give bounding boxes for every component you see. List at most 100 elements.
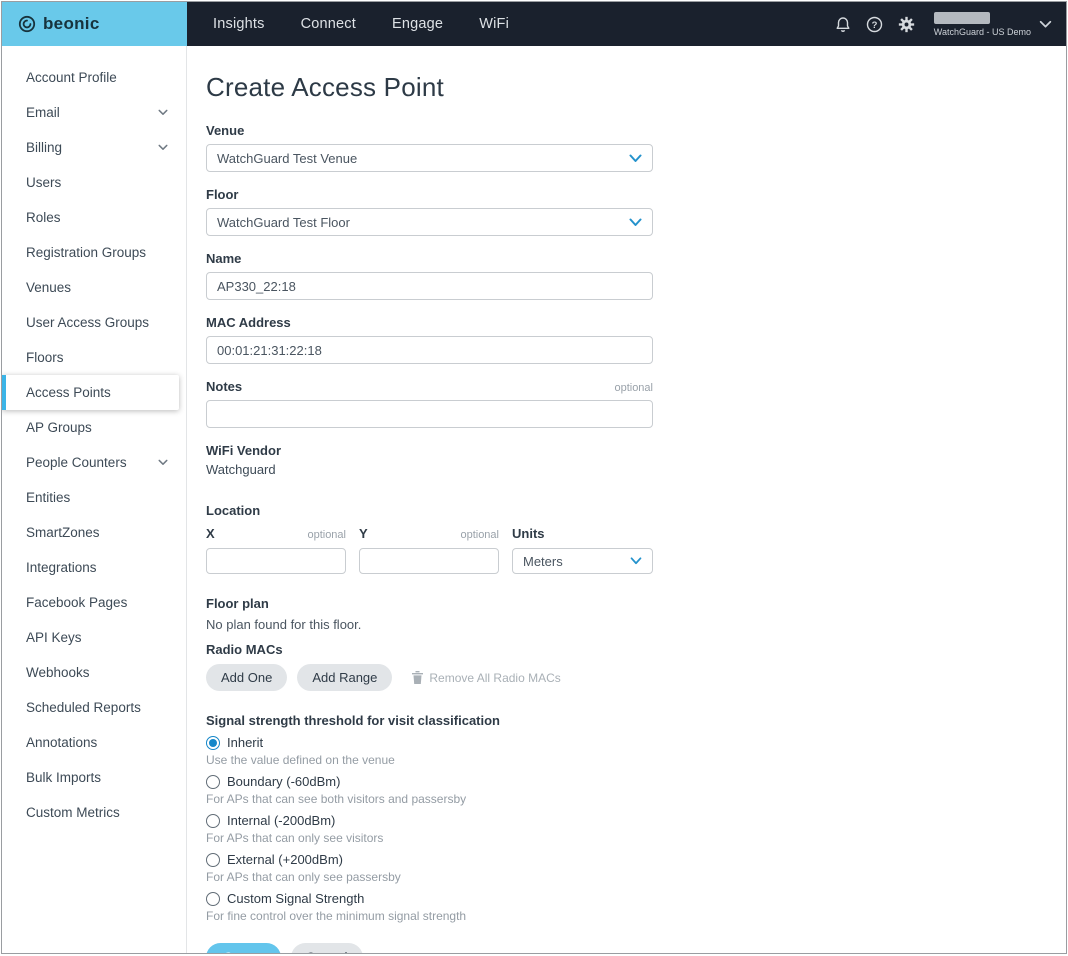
radio-option-label: Inherit [227, 735, 263, 750]
y-optional-label: optional [460, 529, 499, 541]
sidebar-item-smartzones[interactable]: SmartZones [2, 515, 186, 550]
radio-button[interactable] [206, 775, 220, 789]
top-nav: Insights Connect Engage WiFi [213, 2, 509, 46]
units-select[interactable]: Meters [512, 548, 653, 574]
chevron-down-icon [158, 144, 168, 151]
sidebar-item-email[interactable]: Email [2, 95, 186, 130]
floor-select-value: WatchGuard Test Floor [217, 215, 350, 230]
signal-strength-label: Signal strength threshold for visit clas… [206, 713, 1066, 728]
sidebar-item-user-access-groups[interactable]: User Access Groups [2, 305, 186, 340]
notes-input[interactable] [206, 400, 653, 428]
notifications-bell-icon[interactable] [835, 16, 851, 33]
sidebar-item-label: AP Groups [26, 420, 174, 435]
location-x-col: X optional [206, 526, 346, 574]
settings-gear-icon[interactable] [898, 16, 915, 33]
nav-insights[interactable]: Insights [213, 16, 265, 32]
sidebar-item-annotations[interactable]: Annotations [2, 725, 186, 760]
floor-plan-section: Floor plan No plan found for this floor. [206, 596, 1066, 632]
sidebar-item-registration-groups[interactable]: Registration Groups [2, 235, 186, 270]
sidebar-item-account-profile[interactable]: Account Profile [2, 60, 186, 95]
radio-option-custom-signal-strength[interactable]: Custom Signal Strength [206, 891, 1066, 906]
floor-select[interactable]: WatchGuard Test Floor [206, 208, 653, 236]
main-content: Create Access Point Venue WatchGuard Tes… [187, 46, 1066, 953]
sidebar-item-label: User Access Groups [26, 315, 174, 330]
sidebar-item-roles[interactable]: Roles [2, 200, 186, 235]
floor-plan-label: Floor plan [206, 596, 1066, 611]
sidebar-item-label: Integrations [26, 560, 174, 575]
sidebar-item-api-keys[interactable]: API Keys [2, 620, 186, 655]
sidebar-item-facebook-pages[interactable]: Facebook Pages [2, 585, 186, 620]
sidebar-item-label: Scheduled Reports [26, 700, 174, 715]
app-window: beonic Insights Connect Engage WiFi ? Watch… [1, 1, 1067, 954]
nav-connect[interactable]: Connect [301, 16, 356, 32]
sidebar-item-label: Registration Groups [26, 245, 174, 260]
radio-option-inherit[interactable]: Inherit [206, 735, 1066, 750]
radio-button[interactable] [206, 814, 220, 828]
chevron-down-icon [630, 557, 642, 565]
x-input[interactable] [206, 548, 346, 574]
venue-select[interactable]: WatchGuard Test Venue [206, 144, 653, 172]
mac-input[interactable] [206, 336, 653, 364]
sidebar-item-webhooks[interactable]: Webhooks [2, 655, 186, 690]
signal-options: InheritUse the value defined on the venu… [206, 735, 1066, 923]
sidebar-item-people-counters[interactable]: People Counters [2, 445, 186, 480]
units-label: Units [512, 526, 545, 541]
sidebar-item-label: Bulk Imports [26, 770, 174, 785]
sidebar-item-bulk-imports[interactable]: Bulk Imports [2, 760, 186, 795]
chevron-down-icon [629, 218, 642, 227]
sidebar-item-label: Webhooks [26, 665, 174, 680]
radio-macs-label: Radio MACs [206, 642, 1066, 657]
topbar-right: ? WatchGuard - US Demo [835, 2, 1066, 46]
venue-select-value: WatchGuard Test Venue [217, 151, 357, 166]
topbar: beonic Insights Connect Engage WiFi ? Watch… [2, 2, 1066, 46]
sidebar-item-label: Account Profile [26, 70, 174, 85]
radio-button[interactable] [206, 736, 220, 750]
sidebar-item-custom-metrics[interactable]: Custom Metrics [2, 795, 186, 830]
mac-label: MAC Address [206, 315, 291, 330]
watchguard-logo [934, 12, 990, 24]
radio-option-boundary-60dbm[interactable]: Boundary (-60dBm) [206, 774, 1066, 789]
sidebar-item-floors[interactable]: Floors [2, 340, 186, 375]
remove-all-radio-macs-button[interactable]: Remove All Radio MACs [412, 671, 560, 685]
sidebar-item-label: Email [26, 105, 158, 120]
radio-button[interactable] [206, 853, 220, 867]
beonic-logo[interactable]: beonic [2, 2, 187, 46]
sidebar-item-entities[interactable]: Entities [2, 480, 186, 515]
notes-label: Notes [206, 379, 242, 394]
y-label: Y [359, 526, 368, 541]
create-button[interactable]: Create [206, 943, 281, 953]
location-field: Location X optional Y optional [206, 503, 653, 574]
sidebar-item-users[interactable]: Users [2, 165, 186, 200]
sidebar-item-label: Entities [26, 490, 174, 505]
form-actions: Create Cancel [206, 943, 1066, 953]
x-label: X [206, 526, 215, 541]
radio-button[interactable] [206, 892, 220, 906]
chevron-down-icon [629, 154, 642, 163]
name-input[interactable] [206, 272, 653, 300]
sidebar-item-label: Users [26, 175, 174, 190]
sidebar-item-label: Access Points [26, 385, 167, 400]
sidebar-nav: Account Profile Email Billing Users Roles Reg… [2, 60, 186, 830]
wifi-vendor-label: WiFi Vendor [206, 443, 281, 458]
help-icon[interactable]: ? [866, 16, 883, 33]
sidebar-item-integrations[interactable]: Integrations [2, 550, 186, 585]
venue-field: Venue WatchGuard Test Venue [206, 123, 653, 172]
sidebar-item-billing[interactable]: Billing [2, 130, 186, 165]
sidebar-item-scheduled-reports[interactable]: Scheduled Reports [2, 690, 186, 725]
sidebar-item-label: Roles [26, 210, 174, 225]
sidebar-item-label: People Counters [26, 455, 158, 470]
radio-option-internal-200dbm[interactable]: Internal (-200dBm) [206, 813, 1066, 828]
nav-wifi[interactable]: WiFi [479, 16, 509, 32]
add-one-button[interactable]: Add One [206, 664, 287, 691]
add-range-button[interactable]: Add Range [297, 664, 392, 691]
sidebar-item-venues[interactable]: Venues [2, 270, 186, 305]
sidebar-item-label: Billing [26, 140, 158, 155]
cancel-button[interactable]: Cancel [291, 943, 363, 953]
radio-option-external-200dbm[interactable]: External (+200dBm) [206, 852, 1066, 867]
sidebar-item-ap-groups[interactable]: AP Groups [2, 410, 186, 445]
account-switcher[interactable]: WatchGuard - US Demo [934, 12, 1052, 37]
radio-option-label: Custom Signal Strength [227, 891, 364, 906]
y-input[interactable] [359, 548, 499, 574]
nav-engage[interactable]: Engage [392, 16, 443, 32]
sidebar-item-access-points[interactable]: Access Points [2, 375, 179, 410]
